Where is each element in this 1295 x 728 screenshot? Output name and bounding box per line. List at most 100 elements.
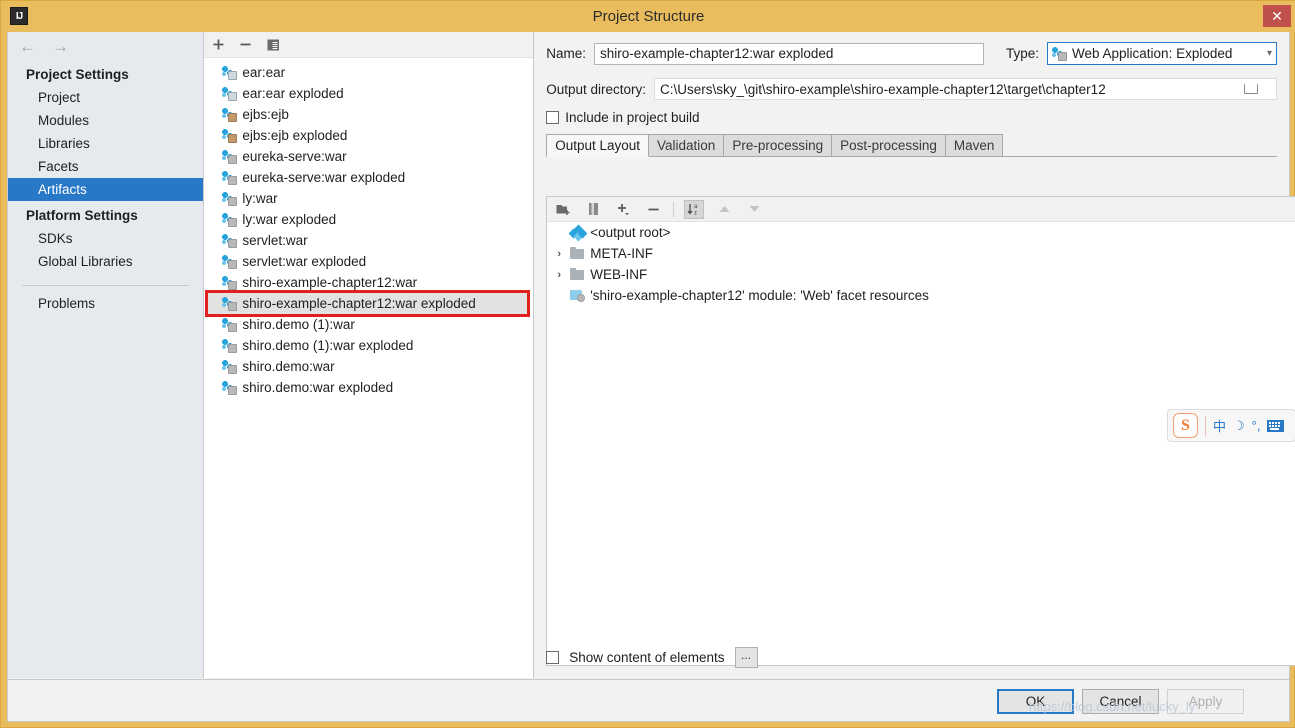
artifact-list-item[interactable]: servlet:war bbox=[204, 230, 533, 251]
dialog-body: ← → Project Settings Project Modules Lib… bbox=[7, 32, 1290, 680]
artifact-list-item[interactable]: shiro-example-chapter12:war exploded bbox=[208, 293, 527, 314]
artifact-ear-icon bbox=[222, 86, 237, 101]
artifact-list-item-label: ly:war exploded bbox=[242, 212, 336, 227]
sidebar-item-facets[interactable]: Facets bbox=[8, 155, 203, 178]
artifact-list-item[interactable]: ejbs:ejb bbox=[204, 104, 533, 125]
sidebar-group-project-settings: Project Settings bbox=[8, 60, 203, 86]
svg-text:a: a bbox=[694, 204, 698, 210]
details-tabs: Output Layout Validation Pre-processing … bbox=[546, 134, 1277, 157]
sidebar-item-artifacts[interactable]: Artifacts bbox=[8, 178, 203, 201]
tab-output-layout[interactable]: Output Layout bbox=[546, 134, 649, 157]
expander-icon[interactable]: › bbox=[553, 248, 565, 260]
artifact-list-item[interactable]: servlet:war exploded bbox=[204, 251, 533, 272]
artifact-war-icon bbox=[222, 296, 237, 311]
title-bar: IJ Project Structure ✕ bbox=[1, 1, 1295, 32]
show-content-row: Show content of elements ... bbox=[546, 647, 757, 668]
move-up-button[interactable] bbox=[714, 200, 734, 219]
artifact-list-item[interactable]: shiro-example-chapter12:war bbox=[204, 272, 533, 293]
sidebar-item-problems[interactable]: Problems bbox=[8, 286, 203, 315]
nav-back-icon[interactable]: ← bbox=[19, 38, 36, 55]
ime-moon-icon[interactable]: ☽ bbox=[1233, 418, 1245, 434]
sidebar-item-global-libraries[interactable]: Global Libraries bbox=[8, 250, 203, 273]
apply-button: Apply bbox=[1167, 689, 1244, 714]
artifact-list-item[interactable]: shiro.demo:war exploded bbox=[204, 377, 533, 398]
add-copy-of-button[interactable] bbox=[613, 200, 633, 219]
artifact-list-item[interactable]: ly:war bbox=[204, 188, 533, 209]
sidebar-nav: ← → bbox=[8, 32, 203, 60]
move-down-button[interactable] bbox=[744, 200, 764, 219]
artifact-list-item[interactable]: ear:ear exploded bbox=[204, 83, 533, 104]
artifact-list-item[interactable]: shiro.demo (1):war exploded bbox=[204, 335, 533, 356]
tab-pre-processing[interactable]: Pre-processing bbox=[723, 134, 832, 156]
create-directory-button[interactable] bbox=[553, 200, 573, 219]
tree-row-output-root[interactable]: <output root> bbox=[547, 222, 1295, 243]
web-application-exploded-icon bbox=[1052, 46, 1067, 61]
type-label: Type: bbox=[1006, 46, 1039, 61]
tab-validation[interactable]: Validation bbox=[648, 134, 724, 156]
artifact-war-icon bbox=[222, 338, 237, 353]
close-icon[interactable]: ✕ bbox=[1263, 5, 1291, 27]
artifact-list-item[interactable]: eureka-serve:war exploded bbox=[204, 167, 533, 188]
tree-label-web-inf: WEB-INF bbox=[590, 267, 647, 282]
artifact-list-item[interactable]: ly:war exploded bbox=[204, 209, 533, 230]
expander-icon[interactable]: › bbox=[553, 269, 565, 281]
artifact-war-icon bbox=[222, 212, 237, 227]
artifact-ejb-icon bbox=[222, 107, 237, 122]
output-directory-row: Output directory: C:\Users\sky_\git\shir… bbox=[534, 65, 1289, 100]
remove-element-button[interactable] bbox=[643, 200, 663, 219]
create-archive-button[interactable] bbox=[583, 200, 603, 219]
output-directory-value: C:\Users\sky_\git\shiro-example\shiro-ex… bbox=[660, 82, 1106, 97]
artifact-list-item-label: ear:ear bbox=[242, 65, 285, 80]
tree-row-web-inf[interactable]: › WEB-INF bbox=[547, 264, 1295, 285]
sidebar-item-modules[interactable]: Modules bbox=[8, 109, 203, 132]
show-content-of-elements-label: Show content of elements bbox=[569, 650, 724, 665]
sort-alphabetically-button[interactable]: a z bbox=[684, 200, 704, 219]
artifact-list-item-label: ejbs:ejb bbox=[242, 107, 289, 122]
sidebar-item-libraries[interactable]: Libraries bbox=[8, 132, 203, 155]
tab-post-processing[interactable]: Post-processing bbox=[831, 134, 946, 156]
artifacts-diamond-icon bbox=[570, 226, 585, 239]
output-layout-toolbar: a z bbox=[547, 197, 1295, 222]
artifact-ear-icon bbox=[222, 65, 237, 80]
artifact-list-item[interactable]: eureka-serve:war bbox=[204, 146, 533, 167]
keyboard-icon[interactable] bbox=[1267, 420, 1284, 432]
folder-browse-icon[interactable] bbox=[1244, 82, 1260, 96]
include-in-project-build-label: Include in project build bbox=[565, 110, 699, 125]
ime-punctuation-icon[interactable]: °, bbox=[1252, 418, 1261, 433]
folder-icon bbox=[570, 247, 585, 260]
artifact-type-select[interactable]: Web Application: Exploded ▾ bbox=[1047, 42, 1277, 65]
artifact-list-item[interactable]: ear:ear bbox=[204, 62, 533, 83]
sogou-logo-icon[interactable]: S bbox=[1173, 413, 1198, 438]
ok-button[interactable]: OK bbox=[997, 689, 1074, 714]
artifact-list-item[interactable]: shiro.demo:war bbox=[204, 356, 533, 377]
tab-maven[interactable]: Maven bbox=[945, 134, 1004, 156]
nav-forward-icon[interactable]: → bbox=[52, 38, 69, 55]
more-options-button[interactable]: ... bbox=[735, 647, 758, 668]
sidebar-item-sdks[interactable]: SDKs bbox=[8, 227, 203, 250]
sidebar-group-platform-settings: Platform Settings bbox=[8, 201, 203, 227]
artifact-list-item-label: servlet:war exploded bbox=[242, 254, 366, 269]
ime-language-mode[interactable]: 中 bbox=[1213, 416, 1226, 435]
tree-row-web-facet-resources[interactable]: 'shiro-example-chapter12' module: 'Web' … bbox=[547, 285, 1295, 306]
remove-artifact-button[interactable] bbox=[239, 38, 252, 51]
web-facet-resources-icon bbox=[570, 289, 585, 302]
show-content-of-elements-checkbox[interactable] bbox=[546, 651, 559, 664]
artifact-list-item-label: shiro.demo:war exploded bbox=[242, 380, 393, 395]
artifacts-toolbar bbox=[204, 32, 533, 58]
artifact-war-icon bbox=[222, 380, 237, 395]
artifact-list-item-label: shiro-example-chapter12:war exploded bbox=[242, 296, 475, 311]
tree-row-meta-inf[interactable]: › META-INF bbox=[547, 243, 1295, 264]
cancel-button[interactable]: Cancel bbox=[1082, 689, 1159, 714]
include-in-project-build-checkbox[interactable] bbox=[546, 111, 559, 124]
name-row: Name: Type: Web Application: Exploded ▾ bbox=[534, 32, 1289, 65]
sidebar-item-project[interactable]: Project bbox=[8, 86, 203, 109]
add-artifact-button[interactable] bbox=[212, 38, 225, 51]
output-directory-input[interactable]: C:\Users\sky_\git\shiro-example\shiro-ex… bbox=[654, 78, 1277, 100]
artifact-list-item[interactable]: ejbs:ejb exploded bbox=[204, 125, 533, 146]
artifact-list-item[interactable]: shiro.demo (1):war bbox=[204, 314, 533, 335]
artifact-war-icon bbox=[222, 170, 237, 185]
artifact-list-item-label: ear:ear exploded bbox=[242, 86, 343, 101]
artifact-name-input[interactable] bbox=[594, 43, 984, 65]
artifacts-list-panel: ear:ear ear:ear exploded ejbs:ejb ejbs:ejb … bbox=[204, 32, 534, 678]
copy-artifact-button[interactable] bbox=[266, 38, 280, 52]
